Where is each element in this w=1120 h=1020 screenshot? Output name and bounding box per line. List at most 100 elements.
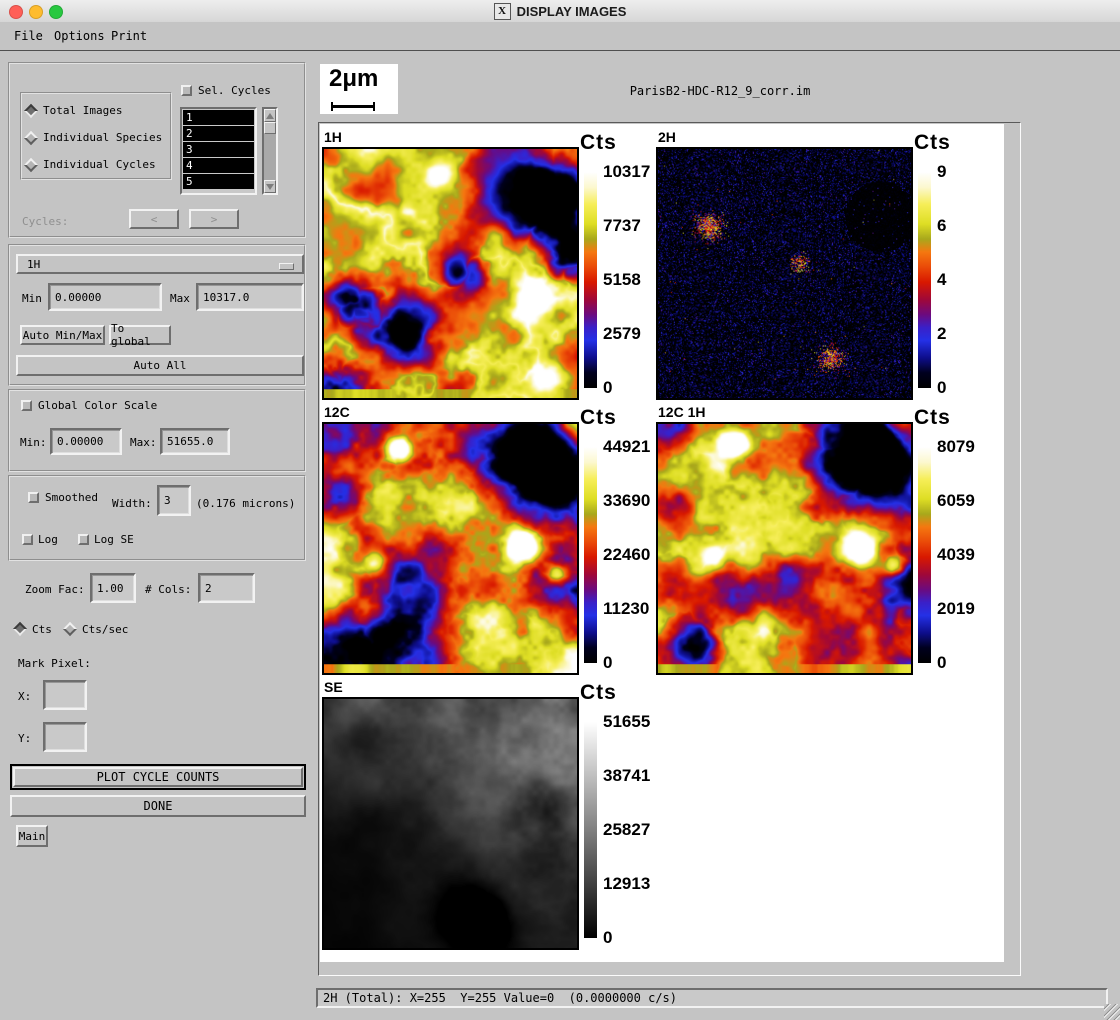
x11-icon: X — [494, 3, 511, 20]
global-min-input[interactable] — [52, 430, 120, 453]
colorbar-tick: 0 — [937, 378, 946, 398]
cycle-prev-button[interactable]: < — [129, 209, 179, 229]
log-se-label: Log SE — [94, 533, 134, 546]
cycle-next-label: > — [211, 213, 218, 226]
log-checkbox[interactable] — [22, 534, 33, 545]
mode-cycles-groupbox: Total Images Individual Species Individu… — [8, 62, 306, 238]
colorbar-unit-12c: Cts — [580, 406, 617, 430]
scrollbar-thumb[interactable] — [264, 122, 276, 134]
colorbar-tick: 2 — [937, 324, 946, 344]
colorbar-unit-1h: Cts — [580, 131, 617, 155]
mark-y-input[interactable] — [45, 724, 85, 750]
global-max-input[interactable] — [162, 430, 228, 453]
cycles-list-item[interactable]: 1 — [183, 110, 254, 125]
cycle-next-button[interactable]: > — [189, 209, 239, 229]
colorbar-ticks-se: 516553874125827129130 — [603, 722, 663, 938]
colorbar-unit-12c1h: Cts — [914, 406, 951, 430]
to-global-button[interactable]: To global — [109, 325, 171, 345]
global-color-scale-checkbox[interactable] — [21, 400, 32, 411]
colorbar-tick: 9 — [937, 162, 946, 182]
colorbar-tick: 4039 — [937, 545, 975, 565]
radio-cts[interactable] — [13, 622, 27, 636]
colorbar-ticks-1h: 103177737515825790 — [603, 172, 663, 388]
mark-x-input[interactable] — [45, 682, 85, 708]
global-color-scale-label: Global Color Scale — [38, 399, 157, 412]
radio-cts-label: Cts — [32, 623, 52, 636]
image-label-12c: 12C — [324, 404, 350, 420]
image-1h[interactable] — [322, 147, 579, 400]
log-se-checkbox[interactable] — [78, 534, 89, 545]
plot-cycle-counts-label: PLOT CYCLE COUNTS — [97, 770, 220, 784]
image-se[interactable] — [322, 697, 579, 950]
auto-minmax-button[interactable]: Auto Min/Max — [20, 325, 105, 345]
menu-options[interactable]: Options — [54, 29, 105, 43]
colorbar-2h — [918, 172, 931, 388]
cycles-list-item[interactable]: 5 — [183, 174, 254, 189]
global-max-label: Max: — [130, 436, 157, 449]
panel-se: SE Cts 516553874125827129130 — [322, 697, 662, 957]
colorbar-tick: 22460 — [603, 545, 650, 565]
num-cols-input[interactable] — [200, 575, 253, 601]
plot-cycle-counts-button[interactable]: PLOT CYCLE COUNTS — [10, 764, 306, 790]
to-global-label: To global — [111, 322, 169, 348]
cycles-label: Cycles: — [22, 215, 68, 228]
colorbar-tick: 2019 — [937, 599, 975, 619]
max-input[interactable] — [198, 285, 302, 309]
scale-bar-text: 2μm — [329, 65, 378, 93]
max-field-frame — [196, 283, 304, 311]
done-label: DONE — [144, 799, 173, 813]
radio-cts-per-sec[interactable] — [63, 622, 77, 636]
cycles-listbox[interactable]: 12345 — [180, 107, 257, 195]
image-2h[interactable] — [656, 147, 913, 400]
smoothed-checkbox[interactable] — [28, 492, 39, 503]
menu-file[interactable]: File — [14, 29, 43, 43]
smooth-width-label: Width: — [112, 497, 152, 510]
arrow-down-icon — [266, 184, 274, 190]
min-input[interactable] — [50, 285, 160, 309]
menu-bar: File Options Print — [0, 22, 1120, 51]
zoom-fac-input[interactable] — [92, 575, 134, 601]
scrollbar-up-button[interactable] — [264, 109, 276, 122]
smoothed-label: Smoothed — [45, 491, 98, 504]
status-bar: 2H (Total): X=255 Y=255 Value=0 (0.00000… — [316, 988, 1108, 1008]
radio-cts-per-sec-label: Cts/sec — [82, 623, 128, 636]
panel-12c: 12C Cts 449213369022460112300 — [322, 422, 662, 682]
colorbar-ticks-12c: 449213369022460112300 — [603, 447, 663, 663]
cycles-list-item[interactable]: 4 — [183, 158, 254, 173]
smooth-width-input[interactable] — [159, 487, 189, 514]
window-resize-grip[interactable] — [1104, 1004, 1120, 1020]
main-label: Main — [19, 830, 46, 843]
cycles-list-item[interactable]: 2 — [183, 126, 254, 141]
panel-2h: 2H Cts 96420 — [656, 147, 996, 407]
smooth-width-field-frame — [157, 485, 191, 516]
colorbar-tick: 0 — [603, 653, 612, 673]
log-label: Log — [38, 533, 58, 546]
auto-all-button[interactable]: Auto All — [16, 355, 304, 376]
image-12c[interactable] — [322, 422, 579, 675]
image-label-2h: 2H — [658, 129, 676, 145]
image-label-12c1h: 12C 1H — [658, 404, 705, 420]
done-button[interactable]: DONE — [10, 795, 306, 817]
scale-bar-box: 2μm — [320, 64, 398, 114]
cycles-scrollbar[interactable] — [262, 107, 278, 195]
colorbar-tick: 12913 — [603, 874, 650, 894]
cycle-prev-label: < — [151, 213, 158, 226]
cycles-list-item[interactable]: 3 — [183, 142, 254, 157]
colorbar-unit-se: Cts — [580, 681, 617, 705]
num-cols-field-frame — [198, 573, 255, 603]
display-images-window: X DISPLAY IMAGES File Options Print Tota… — [0, 0, 1120, 1020]
mark-x-label: X: — [18, 690, 31, 703]
scrollbar-down-button[interactable] — [264, 180, 276, 193]
image-filename: ParisB2-HDC-R12_9_corr.im — [400, 84, 1040, 98]
arrow-up-icon — [266, 113, 274, 119]
min-label: Min — [22, 292, 42, 305]
main-button[interactable]: Main — [16, 825, 48, 847]
menu-print[interactable]: Print — [111, 29, 147, 43]
title-bar: X DISPLAY IMAGES — [0, 0, 1120, 23]
species-dropdown[interactable]: 1H — [16, 254, 304, 274]
sel-cycles-checkbox[interactable] — [181, 85, 192, 96]
image-12c1h[interactable] — [656, 422, 913, 675]
colorbar-tick: 51655 — [603, 712, 650, 732]
smooth-width-note: (0.176 microns) — [196, 497, 295, 510]
colorbar-ticks-12c1h: 80796059403920190 — [937, 447, 997, 663]
